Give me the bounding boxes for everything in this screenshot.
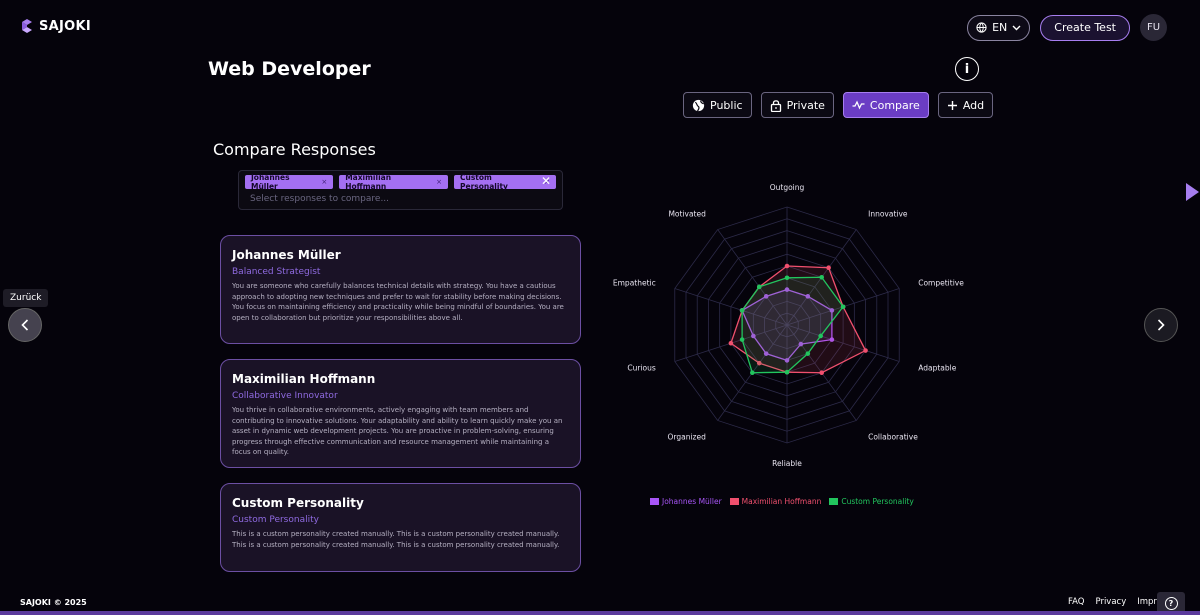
brand-logo[interactable]: SAJOKI	[20, 18, 91, 34]
card-description: You are someone who carefully balances t…	[232, 282, 564, 322]
view-actions: Public Private Compare Add	[683, 92, 994, 118]
legend-swatch	[729, 498, 739, 505]
radar-chart: Outgoing Innovative Competitive Adaptable Co…	[613, 183, 964, 468]
globe-icon	[692, 99, 705, 111]
legend-label: Johannes Müller	[662, 497, 722, 506]
data-point-2-3	[818, 333, 823, 339]
legend-item-johannes[interactable]: Johannes Müller	[650, 497, 722, 506]
brand-name: SAJOKI	[39, 18, 92, 34]
plus-icon	[947, 100, 957, 110]
card-name: Maximilian Hoffmann	[232, 372, 376, 386]
data-point-2-5	[784, 369, 790, 375]
chart-legend: Johannes Müller Maximilian Hoffmann Cust…	[650, 497, 914, 506]
data-point-1-3	[863, 348, 868, 353]
logo-icon	[20, 18, 34, 34]
compare-icon	[852, 100, 865, 110]
card-type: Custom Personality	[232, 515, 319, 525]
section-title: Compare Responses	[213, 140, 376, 159]
footer-copyright: SAJOKI © 2025	[20, 598, 87, 607]
private-button[interactable]: Private	[760, 92, 834, 118]
legend-swatch	[650, 498, 659, 505]
help-icon: ?	[1164, 597, 1178, 610]
private-label: Private	[786, 98, 825, 112]
data-point-1-1	[826, 265, 831, 271]
card-description: You thrive in collaborative environments…	[232, 406, 563, 456]
axis-label-empathetic: Empathetic	[613, 278, 656, 287]
axis-label-reliable: Reliable	[772, 459, 802, 468]
card-type: Balanced Strategist	[232, 267, 321, 277]
globe-icon	[976, 22, 987, 33]
legend-label: Maximilian Hoffmann	[741, 497, 822, 506]
chip-maximilian[interactable]: Maximilian Hoffmann ×	[339, 173, 448, 191]
page-title: Web Developer	[208, 58, 371, 80]
chip-remove-icon[interactable]: ×	[436, 178, 442, 186]
axis-label-collaborative: Collaborative	[868, 433, 918, 442]
data-point-2-9	[756, 284, 762, 290]
axis-label-curious: Curious	[627, 364, 655, 373]
card-name: Johannes Müller	[232, 248, 341, 262]
footer-link-privacy[interactable]: Privacy	[1095, 597, 1126, 607]
axis-label-organized: Organized	[668, 433, 707, 442]
chevron-right-icon	[1157, 319, 1165, 331]
response-card-johannes[interactable]: Johannes Müller Balanced Strategist You …	[220, 235, 581, 344]
language-label: EN	[992, 21, 1008, 34]
data-point-2-6	[750, 370, 755, 376]
prev-button[interactable]	[8, 308, 42, 342]
data-point-1-0	[784, 263, 790, 269]
compare-button[interactable]: Compare	[842, 92, 929, 118]
response-selector[interactable]: Johannes Müller × Maximilian Hoffmann × Cu…	[238, 170, 563, 210]
chevron-down-icon	[1012, 25, 1021, 30]
chip-label: Custom Personality	[460, 173, 508, 191]
bottom-accent-bar	[0, 611, 1200, 615]
card-type: Collaborative Innovator	[232, 391, 338, 401]
data-point-2-2	[840, 304, 846, 310]
legend-swatch	[829, 498, 839, 505]
add-button[interactable]: Add	[937, 92, 994, 118]
card-name: Custom Personality	[232, 496, 364, 510]
chip-label: Johannes Müller	[251, 173, 290, 191]
footer-link-faq[interactable]: FAQ	[1068, 597, 1084, 607]
legend-item-maximilian[interactable]: Maximilian Hoffmann	[729, 497, 822, 506]
data-point-2-4	[805, 351, 811, 356]
create-test-button[interactable]: Create Test	[1040, 14, 1130, 41]
axis-label-outgoing: Outgoing	[770, 183, 805, 192]
public-button[interactable]: Public	[683, 92, 752, 118]
data-point-2-1	[819, 274, 824, 280]
public-label: Public	[710, 98, 743, 112]
chip-remove-icon[interactable]: ×	[321, 178, 327, 186]
axis-label-innovative: Innovative	[868, 209, 908, 218]
legend-item-custom[interactable]: Custom Personality	[829, 497, 914, 506]
clear-selection-icon[interactable]: ✕	[541, 174, 551, 188]
topbar-actions: EN Create Test FU	[967, 14, 1167, 41]
data-point-2-7	[739, 337, 745, 342]
data-point-1-4	[819, 370, 824, 376]
data-point-2-0	[784, 275, 790, 281]
compare-label: Compare	[869, 98, 920, 112]
lock-icon	[770, 99, 781, 112]
user-avatar[interactable]: FU	[1140, 14, 1167, 41]
next-button[interactable]	[1144, 308, 1178, 342]
selected-chips: Johannes Müller × Maximilian Hoffmann × Cu…	[245, 173, 556, 191]
axis-label-adaptable: Adaptable	[918, 364, 956, 373]
data-point-2-8	[739, 308, 745, 313]
chip-label: Maximilian Hoffmann	[345, 173, 392, 191]
add-label: Add	[962, 98, 985, 112]
footer-links: FAQ Privacy Impri	[1068, 597, 1159, 607]
response-card-maximilian[interactable]: Maximilian Hoffmann Collaborative Innova…	[220, 359, 581, 468]
back-tooltip: Zurück	[3, 289, 49, 307]
card-description: This is a custom personality created man…	[232, 530, 560, 549]
chip-johannes[interactable]: Johannes Müller ×	[245, 173, 334, 191]
side-panel-toggle-icon[interactable]	[1186, 183, 1199, 201]
data-point-1-7	[728, 340, 734, 346]
axis-label-competitive: Competitive	[918, 278, 964, 287]
info-icon[interactable]: i	[955, 57, 979, 81]
selector-placeholder: Select responses to compare...	[250, 194, 390, 204]
legend-label: Custom Personality	[841, 497, 914, 506]
language-selector[interactable]: EN	[967, 14, 1031, 41]
axis-label-motivated: Motivated	[668, 209, 706, 218]
response-card-custom[interactable]: Custom Personality Custom Personality Th…	[220, 483, 581, 572]
footer-link-imprint[interactable]: Impri	[1137, 597, 1159, 607]
chevron-left-icon	[21, 319, 29, 331]
